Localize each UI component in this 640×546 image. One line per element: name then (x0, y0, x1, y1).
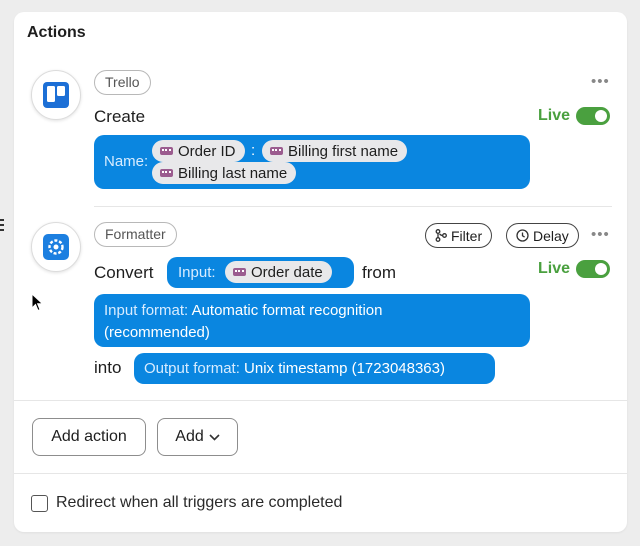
action-verb: Convert (94, 263, 154, 282)
toggle-switch[interactable] (576, 107, 611, 125)
app-pill-trello[interactable]: Trello (94, 70, 151, 95)
name-field[interactable]: Name: Order ID : Billing first name Bill… (94, 135, 530, 189)
live-label: Live (538, 260, 571, 277)
live-label: Live (538, 107, 571, 124)
divider (14, 473, 627, 474)
clock-icon (516, 229, 529, 242)
divider (14, 400, 627, 401)
more-options-icon[interactable]: ••• (591, 226, 610, 243)
name-field-label: Name: (104, 153, 149, 170)
chip-label: Billing last name (178, 164, 288, 182)
output-format-label: Output format: (144, 360, 240, 377)
chip-label: Order ID (178, 142, 236, 160)
woo-icon (160, 169, 173, 177)
chip-separator: : (251, 142, 256, 159)
woo-icon (160, 147, 173, 155)
delay-label: Delay (533, 227, 569, 244)
trello-logo (31, 70, 81, 120)
add-action-button[interactable]: Add action (32, 418, 146, 456)
filter-label: Filter (451, 227, 483, 244)
section-title: Actions (27, 24, 86, 41)
live-toggle[interactable]: Live (538, 260, 611, 278)
into-text: into (94, 358, 122, 377)
chip-label: Billing first name (288, 142, 399, 160)
more-options-icon[interactable]: ••• (591, 73, 610, 90)
input-format-label: Input format: (104, 302, 189, 319)
input-format-value-cont: (recommended) (104, 324, 210, 341)
from-text: from (362, 263, 396, 282)
order-id-chip[interactable]: Order ID (152, 140, 245, 162)
input-field[interactable]: Input: Order date (167, 257, 354, 288)
input-format-value: Automatic format recognition (191, 302, 383, 319)
redirect-checkbox[interactable] (31, 495, 48, 512)
input-format-field[interactable]: Input format: Automatic format recogniti… (94, 294, 530, 347)
formatter-gear-icon (43, 234, 69, 260)
drag-handle-icon[interactable] (0, 214, 5, 236)
billing-last-name-chip[interactable]: Billing last name (152, 162, 297, 184)
add-action-label: Add action (51, 428, 127, 445)
pointer-cursor-icon (31, 293, 44, 312)
divider (94, 206, 612, 207)
toggle-switch[interactable] (576, 260, 611, 278)
billing-first-name-chip[interactable]: Billing first name (262, 140, 408, 162)
output-format-value: Unix timestamp (1723048363) (244, 360, 445, 377)
chevron-down-icon (209, 433, 220, 441)
add-label: Add (175, 428, 204, 445)
action-verb: Create (94, 107, 146, 126)
actions-card: Actions Trello ••• Create Live Name: Ord… (14, 12, 627, 532)
output-format-field[interactable]: Output format: Unix timestamp (172304836… (134, 353, 495, 384)
filter-button[interactable]: Filter (425, 223, 493, 248)
input-field-label: Input: (178, 264, 216, 281)
live-toggle[interactable]: Live (538, 107, 611, 125)
order-date-chip[interactable]: Order date (225, 261, 332, 283)
delay-button[interactable]: Delay (506, 223, 579, 248)
woo-icon (233, 268, 246, 276)
woo-icon (270, 147, 283, 155)
app-pill-formatter[interactable]: Formatter (94, 222, 177, 247)
chip-label: Order date (251, 263, 323, 281)
add-dropdown-button[interactable]: Add (157, 418, 238, 456)
redirect-label: Redirect when all triggers are completed (56, 494, 343, 511)
filter-icon (435, 229, 447, 242)
formatter-logo (31, 222, 81, 272)
